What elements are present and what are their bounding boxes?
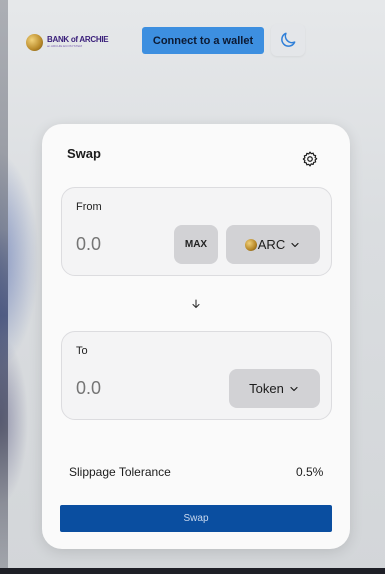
slippage-tolerance-label: Slippage Tolerance (69, 465, 171, 479)
connect-wallet-button[interactable]: Connect to a wallet (142, 27, 264, 54)
max-button[interactable]: MAX (174, 225, 218, 264)
to-amount-input[interactable] (76, 378, 176, 399)
settings-button[interactable] (300, 149, 320, 169)
chevron-down-icon (291, 242, 299, 247)
from-amount-input[interactable] (76, 234, 176, 255)
to-token-select[interactable]: Token (229, 369, 320, 408)
top-bar: BANK of ARCHIE an ARCHIE ECOSYSTEM Conne… (0, 0, 385, 70)
bank-of-archie-logo[interactable]: BANK of ARCHIE an ARCHIE ECOSYSTEM (26, 32, 109, 52)
chevron-down-icon (290, 386, 298, 391)
logo-subtitle: an ARCHIE ECOSYSTEM (47, 44, 83, 48)
arrow-down-icon (192, 299, 200, 309)
theme-toggle-button[interactable] (271, 24, 305, 56)
swap-direction-button[interactable] (188, 296, 204, 312)
swap-title: Swap (67, 146, 101, 161)
to-label: To (76, 345, 88, 357)
logo-coin-icon (26, 33, 43, 51)
window-edge-left (0, 0, 8, 574)
arc-coin-icon (244, 238, 257, 251)
window-edge-bottom (0, 568, 385, 574)
slippage-tolerance-value[interactable]: 0.5% (296, 465, 323, 479)
swap-card: Swap From MAX ARC To Token (42, 124, 350, 549)
swap-button[interactable]: Swap (60, 505, 332, 532)
to-panel: To Token (61, 331, 332, 420)
to-token-label: Token (249, 381, 284, 396)
gear-icon (302, 151, 318, 167)
from-token-label: ARC (257, 237, 286, 252)
logo-title: BANK of ARCHIE (47, 35, 109, 44)
from-token-select[interactable]: ARC (226, 225, 320, 264)
moon-icon (281, 32, 296, 47)
from-label: From (76, 201, 102, 213)
from-panel: From MAX ARC (61, 187, 332, 276)
